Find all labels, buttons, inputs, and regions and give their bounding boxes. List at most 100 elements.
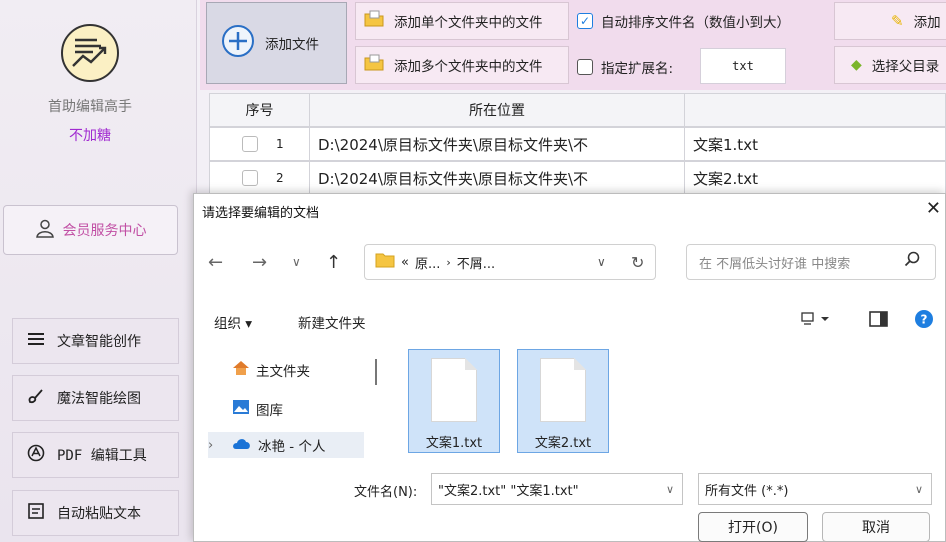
folder-icon xyxy=(364,54,384,76)
sidebar-item-label: 文章智能创作 xyxy=(57,334,141,350)
organize-menu[interactable]: 组织 ▾ xyxy=(214,312,252,332)
sidebar: 首助编辑高手 不加糖 会员服务中心 文章智能创作 魔法智能绘图 PDF 编辑工具… xyxy=(0,0,197,542)
add-multi-folder-button[interactable]: 添加多个文件夹中的文件 xyxy=(355,46,569,84)
close-icon[interactable]: ✕ xyxy=(926,198,941,219)
choose-parent-button[interactable]: ◆ 选择父目录 xyxy=(834,46,946,84)
filename-label: 文件名(N): xyxy=(354,485,418,500)
tree-item-label: 冰艳 - 个人 xyxy=(258,439,326,455)
tree-item-label: 图库 xyxy=(256,403,283,419)
dialog-nav-bar: ← → ∨ ↑ « 原... › 不屑... ∨ ↻ 在 不屑低头讨好谁 中搜索 xyxy=(194,242,945,282)
row-filename: 文案2.txt xyxy=(684,161,946,195)
add-right-button[interactable]: ✎ 添加 xyxy=(834,2,946,40)
chevron-down-icon[interactable]: ∨ xyxy=(915,483,923,496)
app-logo-icon xyxy=(61,24,119,82)
dialog-command-bar: 组织 ▾ 新建文件夹 ? xyxy=(194,306,945,336)
plus-circle-icon xyxy=(221,24,255,62)
filename-value: "文案2.txt" "文案1.txt" xyxy=(438,483,579,499)
table-row[interactable]: 1 D:\2024\原目标文件夹\原目标文件夹\不 文案1.txt xyxy=(209,127,946,161)
tree-item-home[interactable]: 主文件夹 xyxy=(232,360,310,380)
pane-scrollbar[interactable] xyxy=(375,359,377,385)
row-checkbox[interactable] xyxy=(242,170,258,186)
row-index-cell: 1 xyxy=(209,127,310,161)
file-item[interactable]: 文案1.txt xyxy=(408,349,500,453)
breadcrumb-item[interactable]: 不屑... xyxy=(457,253,495,272)
tree-item-label: 主文件夹 xyxy=(256,364,310,380)
user-icon xyxy=(35,218,55,242)
header-name xyxy=(684,93,946,127)
chevron-right-icon[interactable]: › xyxy=(208,438,226,453)
sidebar-item-label: PDF 编辑工具 xyxy=(57,448,147,464)
choose-parent-label: 选择父目录 xyxy=(871,59,940,75)
view-options-icon[interactable] xyxy=(801,310,831,332)
filetype-value: 所有文件 (*.*) xyxy=(705,483,789,499)
file-item[interactable]: 文案2.txt xyxy=(517,349,609,453)
tree-item-gallery[interactable]: 图库 xyxy=(232,399,283,419)
add-single-folder-label: 添加单个文件夹中的文件 xyxy=(394,15,543,31)
cloud-icon xyxy=(232,436,252,454)
member-center-button[interactable]: 会员服务中心 xyxy=(3,205,178,255)
navigation-pane: 主文件夹 图库 › 冰艳 - 个人 xyxy=(194,344,364,458)
open-button[interactable]: 打开(O) xyxy=(698,512,808,542)
filename-input[interactable]: "文案2.txt" "文案1.txt" ∨ xyxy=(431,473,683,505)
new-folder-button[interactable]: 新建文件夹 xyxy=(298,312,366,332)
sidebar-item-paste[interactable]: 自动粘贴文本 xyxy=(12,490,179,536)
tree-item-onedrive[interactable]: › 冰艳 - 个人 xyxy=(208,432,364,458)
paste-icon xyxy=(27,502,45,524)
folder-icon xyxy=(375,252,395,272)
chevron-right-icon: › xyxy=(446,255,451,269)
specify-ext-label: 指定扩展名: xyxy=(601,61,674,77)
forward-arrow-icon[interactable]: → xyxy=(252,242,267,282)
member-center-label: 会员服务中心 xyxy=(62,223,147,239)
sidebar-item-pdf[interactable]: PDF 编辑工具 xyxy=(12,432,179,478)
chevron-down-icon[interactable]: ∨ xyxy=(666,483,674,496)
search-input[interactable]: 在 不屑低头讨好谁 中搜索 xyxy=(686,244,936,280)
row-checkbox[interactable] xyxy=(242,136,258,152)
table-header: 序号 所在位置 xyxy=(209,93,946,127)
sidebar-item-drawing[interactable]: 魔法智能绘图 xyxy=(12,375,179,421)
svg-text:?: ? xyxy=(921,313,928,327)
up-arrow-icon[interactable]: ↑ xyxy=(326,242,341,282)
app-tagline: 不加糖 xyxy=(69,128,111,144)
cancel-button[interactable]: 取消 xyxy=(822,512,930,542)
breadcrumb-item[interactable]: 原... xyxy=(415,253,440,272)
pdf-icon xyxy=(27,444,45,466)
refresh-icon[interactable]: ↻ xyxy=(631,253,644,272)
preview-pane-icon[interactable] xyxy=(869,310,889,332)
dialog-title: 请选择要编辑的文档 xyxy=(202,206,320,221)
folder-icon xyxy=(364,10,384,32)
specify-ext-checkbox[interactable]: 指定扩展名: xyxy=(577,57,673,77)
checkbox-checked-icon: ✓ xyxy=(577,13,593,29)
file-name: 文案1.txt xyxy=(425,436,483,451)
document-icon xyxy=(431,358,477,422)
home-icon xyxy=(232,360,250,380)
file-name: 文案2.txt xyxy=(534,436,592,451)
open-file-dialog: 请选择要编辑的文档 ✕ ← → ∨ ↑ « 原... › 不屑... ∨ ↻ 在… xyxy=(193,193,946,542)
breadcrumb-prefix: « xyxy=(401,254,409,270)
row-filename: 文案1.txt xyxy=(684,127,946,161)
chevron-down-icon[interactable]: ∨ xyxy=(597,255,606,269)
back-arrow-icon[interactable]: ← xyxy=(208,242,223,282)
table-row[interactable]: 2 D:\2024\原目标文件夹\原目标文件夹\不 文案2.txt xyxy=(209,161,946,195)
gem-icon: ◆ xyxy=(851,57,862,73)
address-bar[interactable]: « 原... › 不屑... ∨ ↻ xyxy=(364,244,656,280)
help-icon[interactable]: ? xyxy=(914,309,934,333)
row-path: D:\2024\原目标文件夹\原目标文件夹\不 xyxy=(309,127,685,161)
pencil-icon: ✎ xyxy=(891,12,904,30)
extension-input[interactable]: txt xyxy=(700,48,786,84)
brush-icon xyxy=(27,387,45,409)
row-path: D:\2024\原目标文件夹\原目标文件夹\不 xyxy=(309,161,685,195)
menu-lines-icon xyxy=(27,331,45,351)
add-multi-folder-label: 添加多个文件夹中的文件 xyxy=(394,59,543,75)
auto-sort-checkbox[interactable]: ✓ 自动排序文件名（数值小到大） xyxy=(577,11,790,31)
gallery-icon xyxy=(232,399,250,419)
row-index: 2 xyxy=(276,171,284,185)
chevron-down-icon[interactable]: ∨ xyxy=(292,242,301,282)
add-file-button[interactable]: 添加文件 xyxy=(206,2,347,84)
filetype-select[interactable]: 所有文件 (*.*) ∨ xyxy=(698,473,932,505)
add-single-folder-button[interactable]: 添加单个文件夹中的文件 xyxy=(355,2,569,40)
row-index-cell: 2 xyxy=(209,161,310,195)
document-icon xyxy=(540,358,586,422)
checkbox-unchecked-icon xyxy=(577,59,593,75)
sidebar-item-label: 魔法智能绘图 xyxy=(57,391,141,407)
sidebar-item-article[interactable]: 文章智能创作 xyxy=(12,318,179,364)
